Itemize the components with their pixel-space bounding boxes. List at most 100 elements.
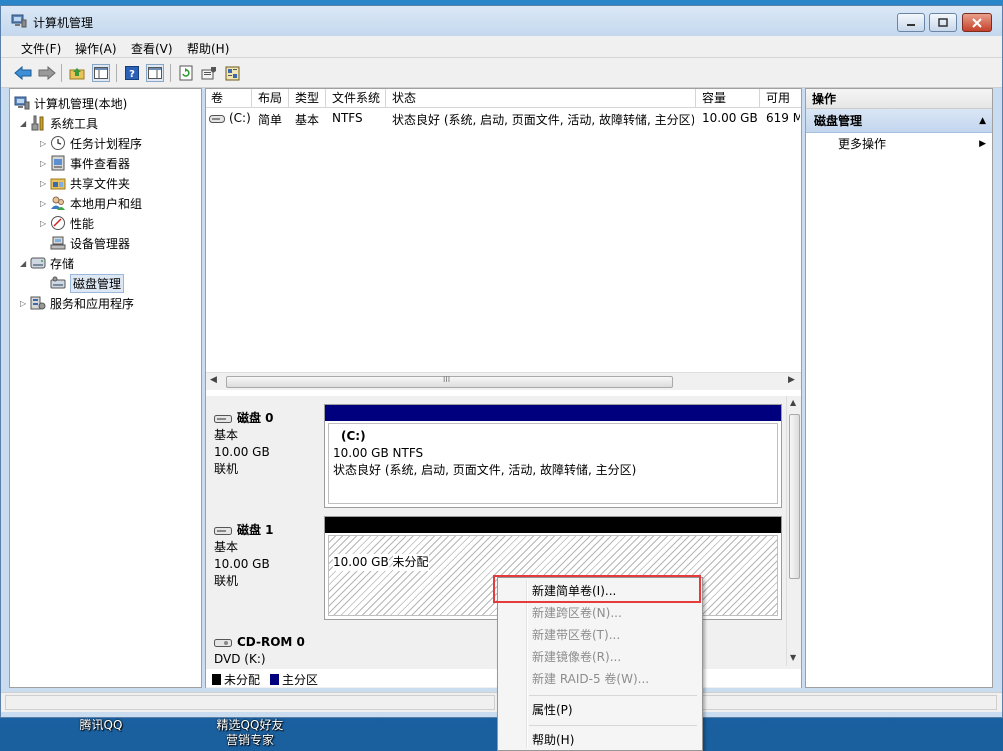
tree-label: 性能 (70, 216, 95, 231)
legend-primary-label: 主分区 (282, 673, 319, 687)
device-manager-icon (50, 235, 66, 251)
column-header-volume[interactable]: 卷 (206, 89, 252, 108)
users-icon (50, 195, 66, 211)
menu-action[interactable]: 操作(A) (75, 40, 117, 57)
unallocated-bar (325, 517, 781, 533)
tree-label: 本地用户和组 (70, 196, 143, 211)
disk-icon (214, 414, 232, 423)
tree-node-storage[interactable]: ◢ 存储 (20, 254, 74, 272)
menu-item-help[interactable]: 帮助(H) (501, 729, 699, 751)
help-button[interactable]: ? (123, 64, 141, 82)
tree-label: 事件查看器 (70, 156, 131, 171)
help-icon: ? (125, 66, 139, 80)
collapsed-arrow-icon[interactable]: ▷ (40, 159, 50, 168)
menu-item-new-mirrored-volume[interactable]: 新建镜像卷(R)... (501, 646, 699, 668)
partition-c-label: (C:) (341, 429, 366, 443)
close-icon (972, 17, 982, 28)
menu-item-new-striped-volume[interactable]: 新建带区卷(T)... (501, 624, 699, 646)
tree-label: 服务和应用程序 (50, 296, 135, 311)
desktop-icon-marketing-line1: 精选QQ好友 (216, 718, 284, 732)
tree-label: 计算机管理(本地) (34, 96, 128, 111)
tree-node-services-apps[interactable]: ▷ 服务和应用程序 (20, 294, 134, 312)
disk-0-name: 磁盘 0 (237, 411, 274, 425)
show-hide-tree-button[interactable] (92, 64, 110, 82)
console-tree-icon (94, 67, 108, 79)
menu-item-properties[interactable]: 属性(P) (501, 699, 699, 721)
forward-button[interactable] (38, 64, 56, 82)
column-header-free-space[interactable]: 可用空 (761, 89, 801, 108)
tree-node-task-scheduler[interactable]: ▷ 任务计划程序 (40, 134, 142, 152)
shared-folder-icon (50, 175, 66, 191)
console-settings-button[interactable] (224, 64, 242, 82)
tree-node-computer-management[interactable]: 计算机管理(本地) (14, 94, 127, 112)
submenu-arrow-icon: ▶ (979, 139, 986, 149)
expanded-arrow-icon[interactable]: ◢ (20, 259, 30, 268)
window-title: 计算机管理 (33, 16, 94, 30)
tree-node-performance[interactable]: ▷ 性能 (40, 214, 94, 232)
more-actions-item[interactable]: 更多操作 ▶ (806, 133, 992, 155)
tree-node-device-manager[interactable]: 设备管理器 (40, 234, 130, 252)
expanded-arrow-icon[interactable]: ◢ (20, 119, 30, 128)
disk-1-info[interactable]: 磁盘 1 基本 10.00 GB 联机 (208, 516, 322, 620)
up-level-button[interactable] (68, 64, 86, 82)
menu-view[interactable]: 查看(V) (131, 40, 173, 57)
cdrom-0-name: CD-ROM 0 (237, 635, 305, 649)
scroll-right-icon[interactable]: ▶ (788, 375, 795, 385)
title-bar[interactable]: 计算机管理 (1, 6, 1002, 36)
legend-primary: 主分区 (270, 671, 318, 688)
vertical-scrollbar[interactable]: ▲ ▼ (786, 396, 801, 666)
svg-text:?: ? (129, 69, 135, 80)
horizontal-scrollbar[interactable]: ◀ III ▶ (206, 372, 801, 390)
refresh-button[interactable] (177, 64, 195, 82)
collapsed-arrow-icon[interactable]: ▷ (40, 139, 50, 148)
scroll-left-icon[interactable]: ◀ (210, 375, 217, 385)
tree-label: 存储 (50, 256, 75, 271)
actions-pane: 操作 磁盘管理 ▲ 更多操作 ▶ (805, 88, 993, 688)
desktop-icon-marketing-label[interactable]: 精选QQ好友 营销专家 (200, 718, 300, 748)
console-settings-icon (225, 66, 240, 80)
tree-node-shared-folders[interactable]: ▷ 共享文件夹 (40, 174, 130, 192)
disk-1-type: 基本 (214, 540, 239, 554)
collapsed-arrow-icon[interactable]: ▷ (40, 199, 50, 208)
properties-button[interactable] (200, 64, 218, 82)
tree-node-disk-management[interactable]: 磁盘管理 (40, 273, 125, 293)
table-row[interactable]: (C:) 简单 基本 NTFS 状态良好 (系统, 启动, 页面文件, 活动, … (206, 109, 801, 127)
collapsed-arrow-icon[interactable]: ▷ (40, 219, 50, 228)
layout-cell: 简单 (258, 113, 283, 127)
minimize-icon (907, 23, 915, 26)
column-header-layout[interactable]: 布局 (253, 89, 289, 108)
menu-help[interactable]: 帮助(H) (187, 40, 229, 57)
tree-node-local-users[interactable]: ▷ 本地用户和组 (40, 194, 142, 212)
desktop-icon-qq-label[interactable]: 腾讯QQ (66, 718, 136, 733)
menu-item-new-spanned-volume[interactable]: 新建跨区卷(N)... (501, 602, 699, 624)
maximize-button[interactable] (929, 13, 957, 32)
collapsed-arrow-icon[interactable]: ▷ (40, 179, 50, 188)
scroll-down-icon[interactable]: ▼ (790, 653, 796, 662)
menu-item-new-raid5-volume[interactable]: 新建 RAID-5 卷(W)... (501, 668, 699, 690)
collapsed-arrow-icon[interactable]: ▷ (20, 299, 30, 308)
horizontal-scroll-thumb[interactable]: III (226, 375, 673, 388)
scroll-up-icon[interactable]: ▲ (790, 398, 796, 407)
status-section (5, 695, 495, 710)
cdrom-0-info[interactable]: CD-ROM 0 DVD (K:) (208, 628, 322, 668)
show-hide-action-pane-button[interactable] (146, 64, 164, 82)
column-header-status[interactable]: 状态 (387, 89, 696, 108)
column-header-filesystem[interactable]: 文件系统 (327, 89, 386, 108)
disk-0-info[interactable]: 磁盘 0 基本 10.00 GB 联机 (208, 404, 322, 508)
column-header-type[interactable]: 类型 (290, 89, 326, 108)
console-tree: 计算机管理(本地) ◢ 系统工具 ▷ 任务计划程序 ▷ 事件查看器 ▷ 共享文件… (9, 88, 202, 688)
partition-c[interactable]: (C:) 10.00 GB NTFS 状态良好 (系统, 启动, 页面文件, 活… (324, 404, 782, 508)
column-header-capacity[interactable]: 容量 (697, 89, 760, 108)
folder-up-icon (69, 68, 85, 80)
tree-node-system-tools[interactable]: ◢ 系统工具 (20, 114, 98, 132)
disk-1-state: 联机 (214, 574, 239, 588)
collapse-caret-icon[interactable]: ▲ (979, 109, 986, 133)
tree-node-event-viewer[interactable]: ▷ 事件查看器 (40, 154, 130, 172)
status-cell: 状态良好 (系统, 启动, 页面文件, 活动, 故障转储, 主分区) (392, 113, 694, 127)
vertical-scroll-thumb[interactable] (789, 414, 800, 579)
minimize-button[interactable] (897, 13, 925, 32)
back-button[interactable] (14, 64, 32, 82)
actions-group-disk-management[interactable]: 磁盘管理 ▲ (806, 109, 992, 133)
menu-file[interactable]: 文件(F) (21, 40, 61, 57)
close-button[interactable] (962, 13, 992, 32)
